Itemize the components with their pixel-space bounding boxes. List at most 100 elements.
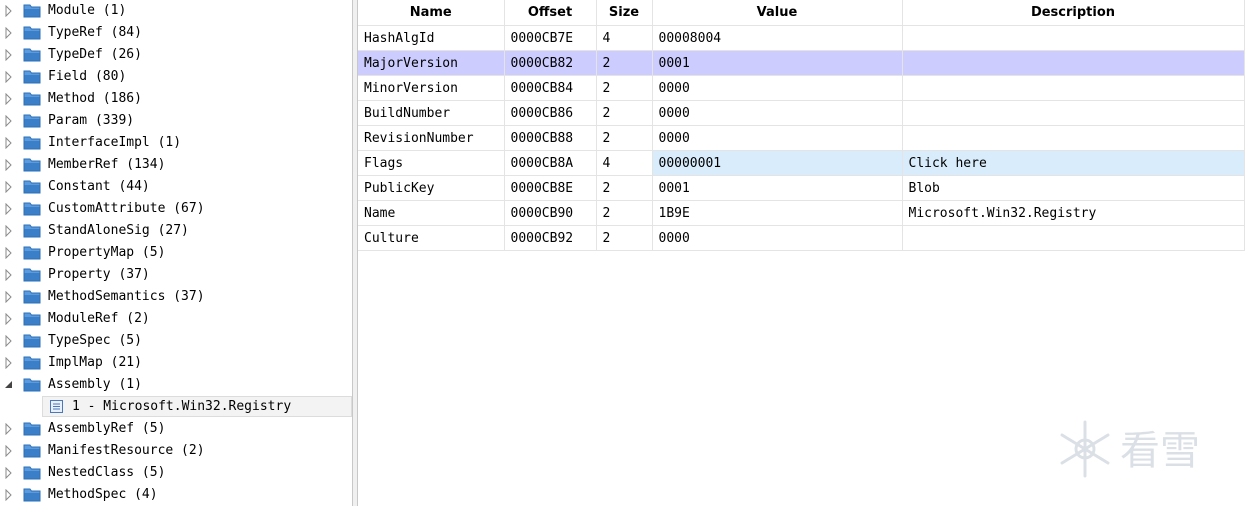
tree-item[interactable]: NestedClass (5) <box>0 462 352 484</box>
table-row[interactable]: Culture 0000CB92 2 0000 <box>358 225 1245 251</box>
tree-collapsed-arrow-icon[interactable] <box>3 269 15 281</box>
tree-expanded-arrow-icon[interactable] <box>3 379 15 391</box>
tree-item[interactable]: ManifestResource (2) <box>0 440 352 462</box>
tree-collapsed-arrow-icon[interactable] <box>3 313 15 325</box>
tree-item[interactable]: Property (37) <box>0 264 352 286</box>
tree-item[interactable]: TypeDef (26) <box>0 44 352 66</box>
tree-item-label: Constant (44) <box>48 179 150 194</box>
tree-item-label: MethodSpec (4) <box>48 487 158 502</box>
tree-collapsed-arrow-icon[interactable] <box>3 181 15 193</box>
cell-description <box>902 100 1245 126</box>
cell-offset: 0000CB82 <box>504 50 597 76</box>
tree-item-label: Field (80) <box>48 69 127 84</box>
watermark-text: 看雪 <box>1120 428 1200 474</box>
tree-item[interactable]: TypeRef (84) <box>0 22 352 44</box>
tree-collapsed-arrow-icon[interactable] <box>3 137 15 149</box>
tree-collapsed-arrow-icon[interactable] <box>3 357 15 369</box>
column-header-offset[interactable]: Offset <box>504 0 597 26</box>
table-row[interactable]: MinorVersion 0000CB84 2 0000 <box>358 75 1245 101</box>
tree-collapsed-arrow-icon[interactable] <box>3 467 15 479</box>
cell-description <box>902 75 1245 101</box>
tree-collapsed-arrow-icon[interactable] <box>3 335 15 347</box>
tree-item[interactable]: ImplMap (21) <box>0 352 352 374</box>
cell-offset: 0000CB7E <box>504 25 597 51</box>
cell-name: MinorVersion <box>358 75 505 101</box>
tree-collapsed-arrow-icon[interactable] <box>3 445 15 457</box>
tree-collapsed-arrow-icon[interactable] <box>3 423 15 435</box>
cell-value[interactable]: 1B9E <box>652 200 903 226</box>
tree-item[interactable]: ModuleRef (2) <box>0 308 352 330</box>
table-row[interactable]: BuildNumber 0000CB86 2 0000 <box>358 100 1245 126</box>
tree-collapsed-arrow-icon[interactable] <box>3 291 15 303</box>
folder-icon <box>23 70 41 84</box>
tree-item[interactable]: StandAloneSig (27) <box>0 220 352 242</box>
tree-collapsed-arrow-icon[interactable] <box>3 489 15 501</box>
folder-icon <box>23 334 41 348</box>
metadata-tree[interactable]: Module (1) TypeRef (84) TypeDef (26) Field … <box>0 0 352 506</box>
field-table: Name Offset Size Value Description HashA… <box>358 0 1245 251</box>
tree-item[interactable]: Constant (44) <box>0 176 352 198</box>
column-header-size[interactable]: Size <box>596 0 653 26</box>
cell-value[interactable]: 0001 <box>652 175 903 201</box>
tree-collapsed-arrow-icon[interactable] <box>3 93 15 105</box>
tree-item[interactable]: MemberRef (134) <box>0 154 352 176</box>
cell-value[interactable]: 0000 <box>652 225 903 251</box>
tree-item[interactable]: Field (80) <box>0 66 352 88</box>
watermark: 看雪 <box>1050 414 1230 484</box>
cell-description[interactable]: Microsoft.Win32.Registry <box>902 200 1245 226</box>
cell-offset: 0000CB8E <box>504 175 597 201</box>
tree-collapsed-arrow-icon[interactable] <box>3 225 15 237</box>
tree-collapsed-arrow-icon[interactable] <box>3 159 15 171</box>
table-row[interactable]: MajorVersion 0000CB82 2 0001 <box>358 50 1245 76</box>
tree-collapsed-arrow-icon[interactable] <box>3 115 15 127</box>
tree-item-label: ManifestResource (2) <box>48 443 205 458</box>
table-row[interactable]: Name 0000CB90 2 1B9E Microsoft.Win32.Registr… <box>358 200 1245 226</box>
tree-item[interactable]: InterfaceImpl (1) <box>0 132 352 154</box>
tree-collapsed-arrow-icon[interactable] <box>3 27 15 39</box>
tree-child-item[interactable]: 1 - Microsoft.Win32.Registry <box>0 396 352 418</box>
cell-value[interactable]: 00000001 <box>652 150 903 176</box>
cell-description[interactable]: Blob <box>902 175 1245 201</box>
folder-icon <box>23 158 41 172</box>
tree-item[interactable]: MethodSpec (4) <box>0 484 352 506</box>
tree-item[interactable]: TypeSpec (5) <box>0 330 352 352</box>
tree-collapsed-arrow-icon[interactable] <box>3 5 15 17</box>
tree-item[interactable]: Assembly (1) <box>0 374 352 396</box>
table-row[interactable]: PublicKey 0000CB8E 2 0001 Blob <box>358 175 1245 201</box>
cell-size: 2 <box>596 200 653 226</box>
table-row[interactable]: HashAlgId 0000CB7E 4 00008004 <box>358 25 1245 51</box>
cell-size: 2 <box>596 50 653 76</box>
tree-item[interactable]: Method (186) <box>0 88 352 110</box>
cell-value[interactable]: 00008004 <box>652 25 903 51</box>
tree-item[interactable]: AssemblyRef (5) <box>0 418 352 440</box>
tree-item-label: Assembly (1) <box>48 377 142 392</box>
cell-description[interactable]: Click here <box>902 150 1245 176</box>
column-header-value[interactable]: Value <box>652 0 903 26</box>
tree-item[interactable]: Module (1) <box>0 0 352 22</box>
folder-icon <box>23 488 41 502</box>
cell-size: 2 <box>596 75 653 101</box>
tree-item[interactable]: CustomAttribute (67) <box>0 198 352 220</box>
tree-item[interactable]: PropertyMap (5) <box>0 242 352 264</box>
column-header-description[interactable]: Description <box>902 0 1245 26</box>
tree-item[interactable]: MethodSemantics (37) <box>0 286 352 308</box>
cell-size: 2 <box>596 100 653 126</box>
table-row[interactable]: Flags 0000CB8A 4 00000001 Click here <box>358 150 1245 176</box>
tree-item-label: ModuleRef (2) <box>48 311 150 326</box>
cell-value[interactable]: 0000 <box>652 75 903 101</box>
table-row[interactable]: RevisionNumber 0000CB88 2 0000 <box>358 125 1245 151</box>
tree-collapsed-arrow-icon[interactable] <box>3 49 15 61</box>
tree-item-label: Method (186) <box>48 91 142 106</box>
cell-value[interactable]: 0000 <box>652 100 903 126</box>
cell-name: PublicKey <box>358 175 505 201</box>
folder-icon <box>23 444 41 458</box>
cell-offset: 0000CB86 <box>504 100 597 126</box>
tree-collapsed-arrow-icon[interactable] <box>3 247 15 259</box>
tree-collapsed-arrow-icon[interactable] <box>3 203 15 215</box>
tree-item[interactable]: Param (339) <box>0 110 352 132</box>
folder-icon <box>23 202 41 216</box>
cell-value[interactable]: 0000 <box>652 125 903 151</box>
tree-collapsed-arrow-icon[interactable] <box>3 71 15 83</box>
column-header-name[interactable]: Name <box>358 0 505 26</box>
cell-value[interactable]: 0001 <box>652 50 903 76</box>
